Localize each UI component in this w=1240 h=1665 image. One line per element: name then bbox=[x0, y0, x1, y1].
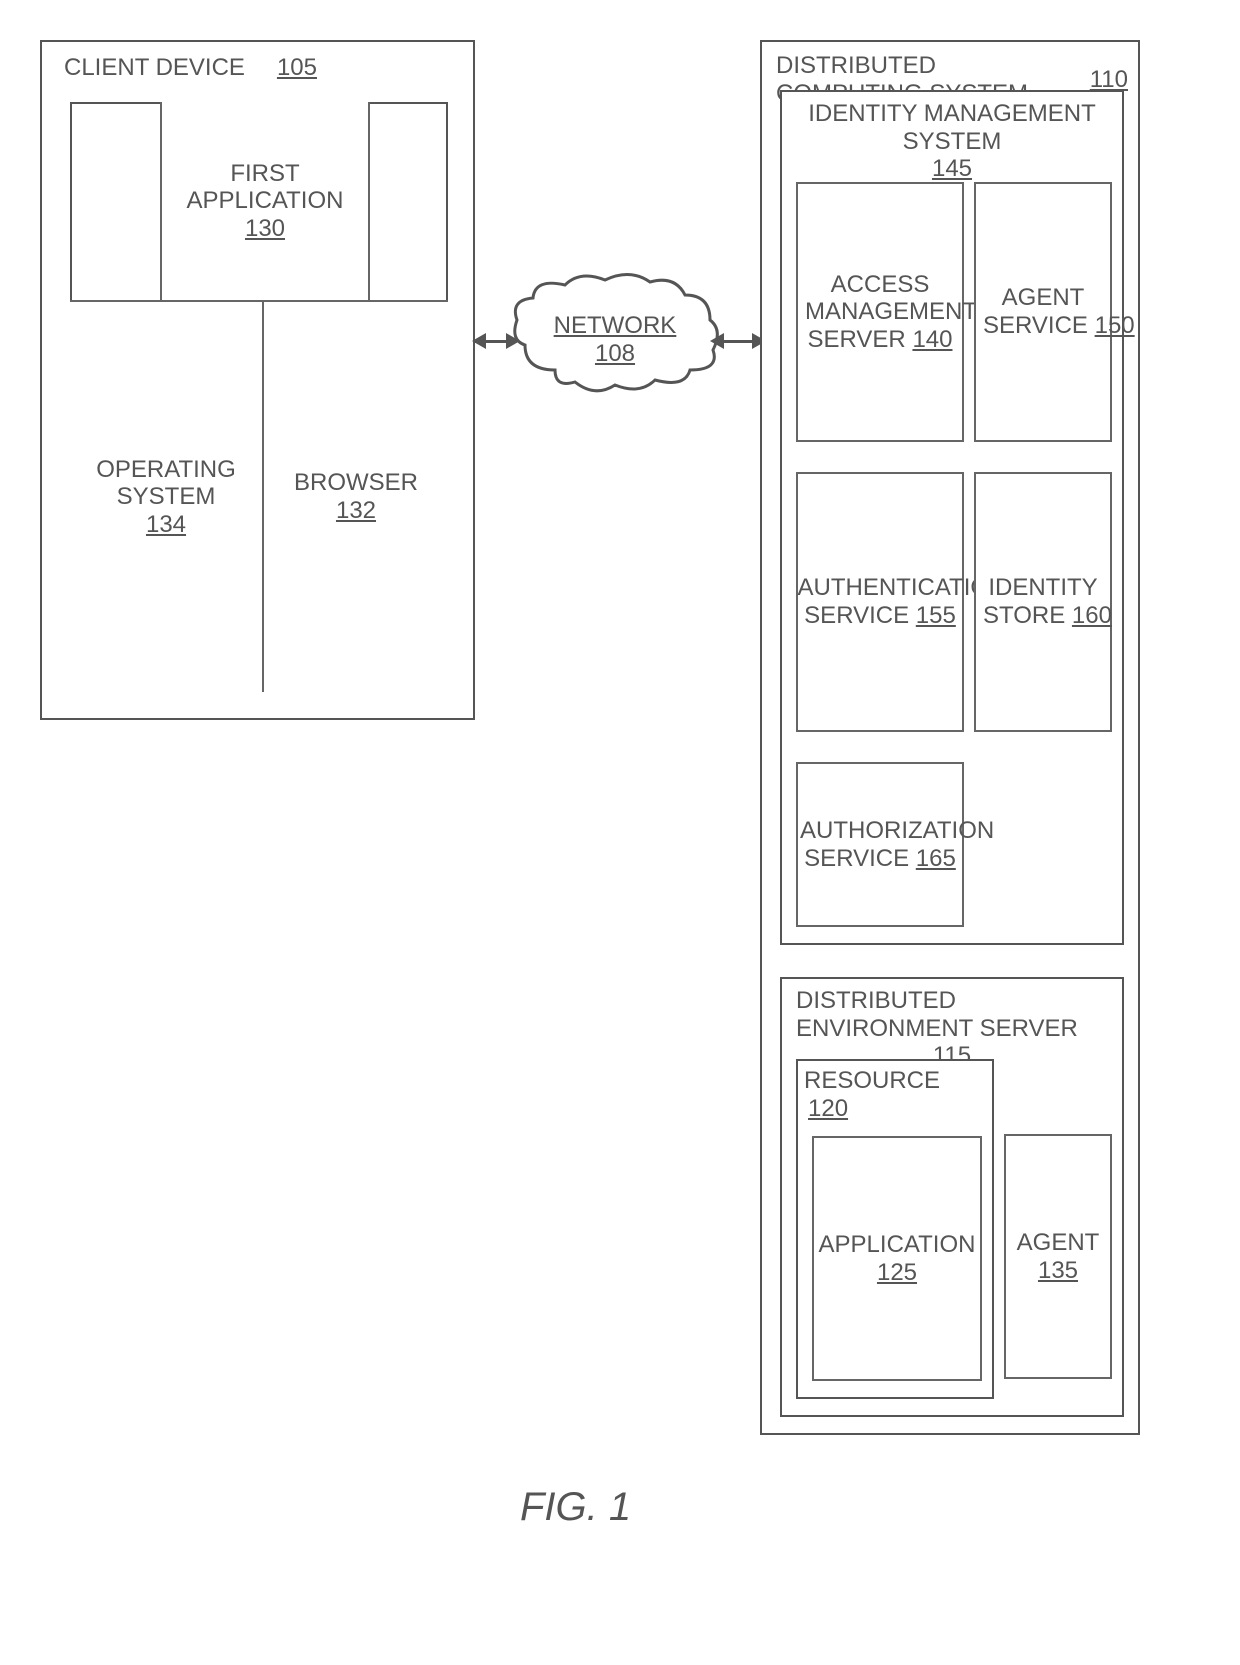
network-cloud: NETWORK 108 bbox=[505, 270, 725, 410]
client-inner-box: FIRST APPLICATION 130 OPERATING SYSTEM 1… bbox=[70, 102, 448, 692]
network-label: NETWORK 108 bbox=[505, 312, 725, 368]
distributed-environment-server-box: DISTRIBUTED ENVIRONMENT SERVER 115 RESOU… bbox=[780, 977, 1124, 1417]
access-management-server-box: ACCESS MANAGEMENT SERVER 140 bbox=[796, 182, 964, 442]
agent-service-box: AGENT SERVICE 150 bbox=[974, 182, 1112, 442]
resource-title: RESOURCE bbox=[804, 1067, 940, 1095]
authentication-service-text: AUTHENTICATION SERVICE 155 bbox=[798, 574, 963, 629]
agent-box: AGENT 135 bbox=[1004, 1134, 1112, 1379]
arrow-to-client bbox=[472, 333, 486, 349]
first-application-title: FIRST APPLICATION bbox=[162, 160, 368, 215]
application-ref: 125 bbox=[877, 1259, 917, 1287]
application-title: APPLICATION bbox=[819, 1231, 976, 1259]
authentication-service-box: AUTHENTICATION SERVICE 155 bbox=[796, 472, 964, 732]
resource-box: RESOURCE 120 APPLICATION 125 bbox=[796, 1059, 994, 1399]
arrow-to-cloud-right bbox=[710, 333, 724, 349]
browser-box: BROWSER 132 bbox=[262, 300, 448, 692]
agent-ref: 135 bbox=[1038, 1257, 1078, 1285]
agent-service-text: AGENT SERVICE 150 bbox=[983, 284, 1103, 339]
first-application-ref: 130 bbox=[245, 215, 285, 243]
distributed-computing-system-box: DISTRIBUTED COMPUTING SYSTEM 110 IDENTIT… bbox=[760, 40, 1140, 1435]
operating-system-ref: 134 bbox=[146, 511, 186, 539]
resource-ref: 120 bbox=[804, 1095, 986, 1123]
arrow-to-cloud-left bbox=[506, 333, 520, 349]
ims-ref: 145 bbox=[790, 155, 1114, 183]
client-device-box: CLIENT DEVICE 105 FIRST APPLICATION 130 … bbox=[40, 40, 475, 720]
figure-caption: FIG. 1 bbox=[520, 1485, 631, 1530]
client-device-ref: 105 bbox=[277, 54, 317, 82]
ims-title: IDENTITY MANAGEMENT SYSTEM bbox=[790, 100, 1114, 155]
client-device-title: CLIENT DEVICE bbox=[64, 54, 245, 82]
architecture-diagram: CLIENT DEVICE 105 FIRST APPLICATION 130 … bbox=[40, 40, 1140, 1540]
browser-ref: 132 bbox=[336, 497, 376, 525]
operating-system-box: OPERATING SYSTEM 134 bbox=[70, 300, 264, 692]
agent-title: AGENT bbox=[1017, 1229, 1100, 1257]
access-management-server-text: ACCESS MANAGEMENT SERVER 140 bbox=[805, 271, 955, 354]
identity-management-system-box: IDENTITY MANAGEMENT SYSTEM 145 ACCESS MA… bbox=[780, 90, 1124, 945]
identity-store-box: IDENTITY STORE 160 bbox=[974, 472, 1112, 732]
first-application-box: FIRST APPLICATION 130 bbox=[160, 102, 370, 302]
authorization-service-box: AUTHORIZATION SERVICE 165 bbox=[796, 762, 964, 927]
operating-system-title: OPERATING SYSTEM bbox=[86, 456, 246, 511]
browser-title: BROWSER bbox=[294, 469, 418, 497]
des-title: DISTRIBUTED ENVIRONMENT SERVER bbox=[790, 987, 1114, 1042]
identity-store-text: IDENTITY STORE 160 bbox=[983, 574, 1103, 629]
application-box: APPLICATION 125 bbox=[812, 1136, 982, 1381]
authorization-service-text: AUTHORIZATION SERVICE 165 bbox=[800, 817, 960, 872]
